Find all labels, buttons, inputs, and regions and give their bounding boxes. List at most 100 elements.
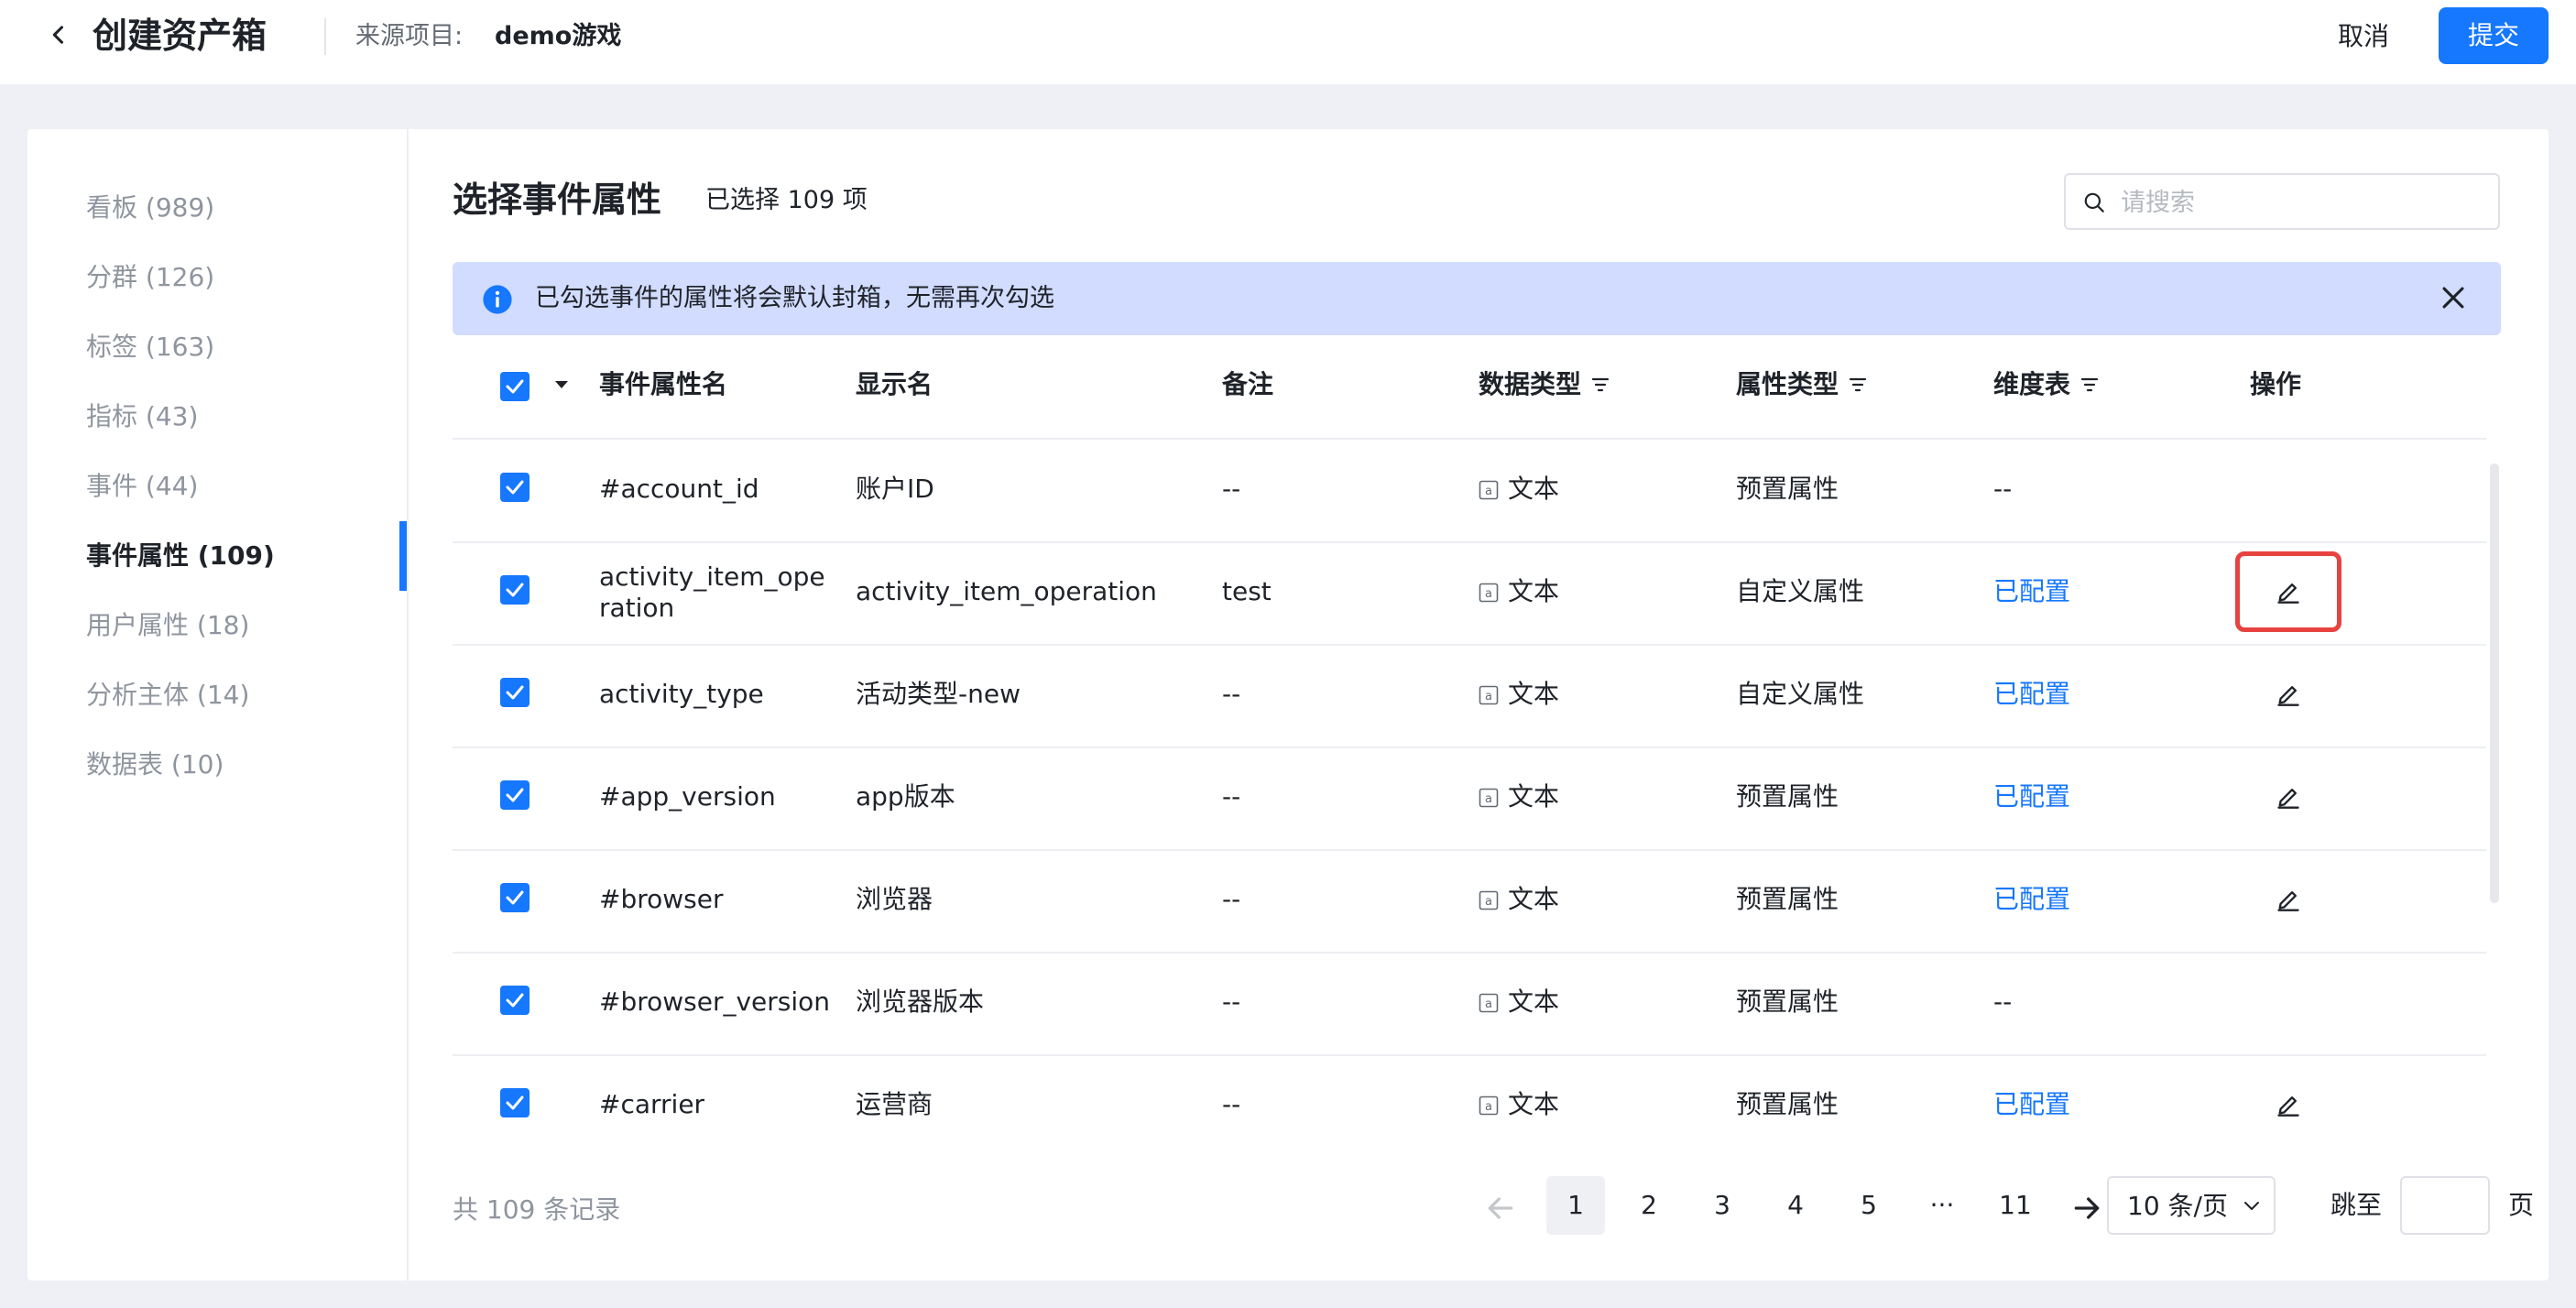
row-checkbox[interactable] <box>500 1088 529 1117</box>
cancel-button[interactable]: 取消 <box>2318 13 2409 60</box>
selected-count: 已选择 109 项 <box>705 186 868 214</box>
edit-pencil-icon[interactable] <box>2276 1092 2301 1117</box>
column-header-note: 备注 <box>1222 369 1274 399</box>
edit-pencil-icon[interactable] <box>2276 681 2301 707</box>
dim-table-configured-link[interactable]: 已配置 <box>1993 781 2070 812</box>
sidebar-item-events[interactable]: 事件 (44) <box>86 468 198 505</box>
property-name: #browser_version <box>599 986 831 1017</box>
row-checkbox[interactable] <box>500 986 529 1015</box>
info-banner: 已勾选事件的属性将会默认封箱，无需再次勾选 <box>453 262 2501 335</box>
filter-icon[interactable] <box>1590 375 1610 395</box>
text-type-icon: a <box>1479 480 1499 500</box>
svg-text:a: a <box>1485 485 1492 498</box>
column-header-dim-table: 维度表 <box>1993 366 2100 403</box>
row-checkbox[interactable] <box>500 780 529 810</box>
caret-down-icon[interactable] <box>553 379 570 390</box>
edit-pencil-icon[interactable] <box>2276 784 2301 810</box>
column-header-data-type: 数据类型 <box>1479 366 1610 403</box>
note: -- <box>1222 986 1241 1017</box>
filter-icon[interactable] <box>2079 375 2100 395</box>
edit-pencil-icon[interactable] <box>2276 887 2301 912</box>
row-checkbox[interactable] <box>500 883 529 912</box>
svg-text:a: a <box>1485 997 1492 1011</box>
page-item-4[interactable]: 4 <box>1766 1176 1825 1235</box>
svg-text:a: a <box>1485 587 1492 601</box>
dim-table-configured-link[interactable]: 已配置 <box>1993 1089 2070 1120</box>
page-item-11[interactable]: 11 <box>1986 1176 2045 1235</box>
data-type-label: 文本 <box>1508 576 1560 606</box>
data-type-label: 文本 <box>1508 679 1560 709</box>
total-records: 共 109 条记录 <box>453 1194 621 1225</box>
arrow-left-icon[interactable] <box>1482 1190 1519 1226</box>
arrow-right-icon[interactable] <box>2068 1190 2105 1226</box>
row-checkbox[interactable] <box>500 473 529 502</box>
column-header-name: 事件属性名 <box>599 369 728 399</box>
dim-table-configured-link[interactable]: 已配置 <box>1993 884 2070 915</box>
sidebar-item-dashboards[interactable]: 看板 (989) <box>86 190 214 226</box>
dim-table-status: -- <box>1993 986 2013 1017</box>
dim-table-configured-link[interactable]: 已配置 <box>1993 679 2070 710</box>
data-type-label: 文本 <box>1508 781 1560 812</box>
filter-icon[interactable] <box>1848 375 1868 395</box>
chevron-left-icon[interactable] <box>46 22 71 48</box>
sidebar-item-user-properties[interactable]: 用户属性 (18) <box>86 607 249 644</box>
dim-table-configured-link[interactable]: 已配置 <box>1993 576 2070 607</box>
submit-button[interactable]: 提交 <box>2439 7 2549 64</box>
property-name: activity_item_operation <box>599 561 825 623</box>
text-type-icon: a <box>1479 993 1499 1013</box>
display-name: 账户ID <box>856 474 934 504</box>
attr-type: 预置属性 <box>1736 1089 1839 1119</box>
table-row[interactable]: #app_version app版本 -- a 文本 预置属性 已配置 <box>453 747 2486 851</box>
property-name: #browser <box>599 884 724 914</box>
column-header-attr-type: 属性类型 <box>1736 366 1868 403</box>
data-type: a 文本 <box>1479 884 1559 915</box>
note: test <box>1222 576 1272 606</box>
page-item-1[interactable]: 1 <box>1546 1176 1605 1235</box>
page-ellipsis[interactable]: ··· <box>1913 1176 1971 1235</box>
svg-text:a: a <box>1485 690 1492 703</box>
table-row[interactable]: activity_type 活动类型-new -- a 文本 自定义属性 已配置 <box>453 644 2486 748</box>
main-card: 看板 (989) 分群 (126) 标签 (163) 指标 (43) 事件 (4… <box>27 129 2549 1281</box>
table-row[interactable]: #carrier 运营商 -- a 文本 预置属性 已配置 <box>453 1054 2486 1137</box>
column-header-dim-table-label: 维度表 <box>1993 369 2071 399</box>
edit-pencil-icon[interactable] <box>2276 579 2301 605</box>
chevron-down-icon <box>2244 1202 2259 1210</box>
data-type: a 文本 <box>1479 1089 1559 1120</box>
attr-type: 自定义属性 <box>1736 576 1865 606</box>
row-checkbox[interactable] <box>500 678 529 707</box>
column-header-data-type-label: 数据类型 <box>1479 369 1582 399</box>
table-header: 事件属性名 显示名 备注 数据类型 属性类型 维度表 操作 <box>453 335 2486 440</box>
sidebar-item-tags[interactable]: 标签 (163) <box>86 329 214 365</box>
table-row[interactable]: #browser_version 浏览器版本 -- a 文本 预置属性 -- <box>453 952 2486 1056</box>
table-scrollbar[interactable] <box>2490 335 2499 1242</box>
scrollbar-thumb[interactable] <box>2490 463 2499 903</box>
sidebar-item-metrics[interactable]: 指标 (43) <box>86 398 198 435</box>
data-type: a 文本 <box>1479 781 1559 812</box>
search-icon <box>2084 192 2104 213</box>
page-item-3[interactable]: 3 <box>1693 1176 1752 1235</box>
table-row[interactable]: #browser 浏览器 -- a 文本 预置属性 已配置 <box>453 849 2486 954</box>
jump-page-input[interactable] <box>2400 1176 2490 1235</box>
note: -- <box>1222 679 1241 709</box>
search-box[interactable] <box>2064 173 2500 230</box>
sidebar-item-data-tables[interactable]: 数据表 (10) <box>86 747 224 783</box>
page-title: 创建资产箱 <box>93 16 267 56</box>
sidebar-item-analysis-subjects[interactable]: 分析主体 (14) <box>86 677 249 714</box>
note: -- <box>1222 1089 1241 1119</box>
row-checkbox[interactable] <box>500 575 529 605</box>
close-icon[interactable] <box>2438 282 2469 313</box>
text-type-icon: a <box>1479 788 1499 808</box>
select-all-checkbox[interactable] <box>500 372 529 401</box>
page-size-select[interactable]: 10 条/页 <box>2107 1176 2276 1235</box>
sidebar-item-segments[interactable]: 分群 (126) <box>86 259 214 296</box>
column-header-action: 操作 <box>2250 369 2302 399</box>
page-item-5[interactable]: 5 <box>1839 1176 1898 1235</box>
search-input[interactable] <box>2119 182 2489 223</box>
display-name: activity_item_operation <box>856 576 1157 606</box>
page-item-2[interactable]: 2 <box>1620 1176 1678 1235</box>
display-name: 浏览器 <box>856 884 933 914</box>
table-row[interactable]: #account_id 账户ID -- a 文本 预置属性 -- <box>453 439 2486 543</box>
sidebar-item-event-properties[interactable]: 事件属性 (109) <box>86 538 275 574</box>
table-row[interactable]: activity_item_operation activity_item_op… <box>453 541 2486 646</box>
display-name: app版本 <box>856 781 955 812</box>
